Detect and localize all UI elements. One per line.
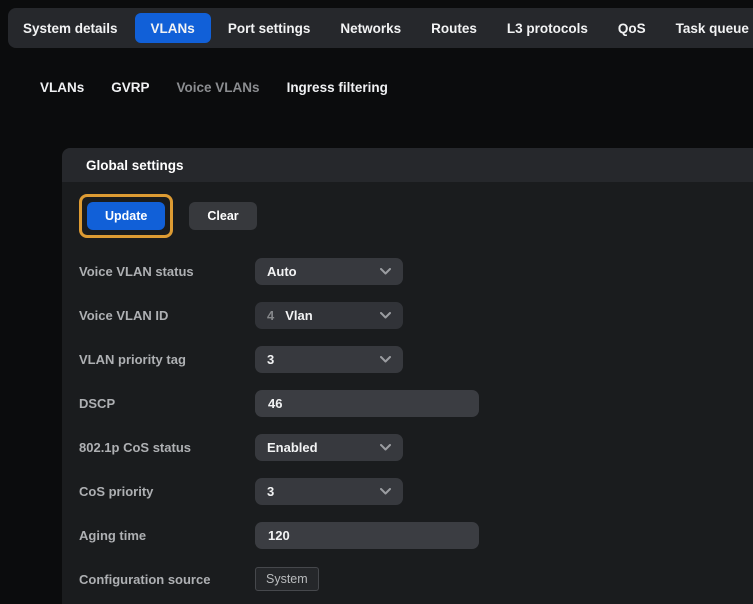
chevron-down-icon: [380, 444, 391, 451]
field-row-cos-priority: CoS priority 3: [79, 469, 733, 513]
select-value: Enabled: [267, 440, 318, 455]
tab-vlans[interactable]: VLANs: [135, 13, 211, 43]
chevron-down-icon: [380, 488, 391, 495]
cos-status-select[interactable]: Enabled: [255, 434, 403, 461]
top-navigation: System details VLANs Port settings Netwo…: [8, 8, 753, 48]
aging-time-input[interactable]: [255, 522, 479, 549]
field-row-dscp: DSCP: [79, 381, 733, 425]
field-row-voice-vlan-status: Voice VLAN status Auto: [79, 249, 733, 293]
chevron-down-icon: [380, 356, 391, 363]
subtab-voice-vlans[interactable]: Voice VLANs: [177, 70, 260, 106]
field-row-voice-vlan-id: Voice VLAN ID 4 Vlan: [79, 293, 733, 337]
field-label: Configuration source: [79, 572, 255, 587]
field-label: Voice VLAN status: [79, 264, 255, 279]
field-row-aging-time: Aging time: [79, 513, 733, 557]
field-label: VLAN priority tag: [79, 352, 255, 367]
field-label: CoS priority: [79, 484, 255, 499]
voice-vlan-form: Voice VLAN status Auto Voice VLAN ID 4 V…: [79, 249, 733, 601]
select-value: 3: [267, 352, 274, 367]
panel-title: Global settings: [86, 158, 184, 173]
field-row-vlan-priority-tag: VLAN priority tag 3: [79, 337, 733, 381]
chevron-down-icon: [380, 312, 391, 319]
select-value: Auto: [267, 264, 297, 279]
tab-l3-protocols[interactable]: L3 protocols: [492, 8, 603, 48]
clear-button[interactable]: Clear: [189, 202, 256, 230]
select-value: 3: [267, 484, 274, 499]
tab-qos[interactable]: QoS: [603, 8, 661, 48]
select-value-group: 4 Vlan: [267, 308, 313, 323]
cos-priority-select[interactable]: 3: [255, 478, 403, 505]
panel-header: Global settings: [62, 148, 753, 182]
vlans-sub-navigation: VLANs GVRP Voice VLANs Ingress filtering: [40, 70, 388, 106]
tab-networks[interactable]: Networks: [325, 8, 416, 48]
tab-port-settings[interactable]: Port settings: [213, 8, 326, 48]
subtab-gvrp[interactable]: GVRP: [111, 70, 149, 106]
chevron-down-icon: [380, 268, 391, 275]
vlan-id-prefix: 4: [267, 308, 274, 323]
dscp-input[interactable]: [255, 390, 479, 417]
field-label: 802.1p CoS status: [79, 440, 255, 455]
subtab-ingress-filtering[interactable]: Ingress filtering: [287, 70, 388, 106]
tab-routes[interactable]: Routes: [416, 8, 492, 48]
field-row-configuration-source: Configuration source System: [79, 557, 733, 601]
update-button-highlight: Update: [79, 194, 173, 238]
voice-vlan-id-select[interactable]: 4 Vlan: [255, 302, 403, 329]
configuration-source-value: System: [255, 567, 319, 591]
tab-task-queue[interactable]: Task queue: [661, 8, 753, 48]
field-label: Voice VLAN ID: [79, 308, 255, 323]
panel-body: Update Clear Voice VLAN status Auto Voic…: [62, 182, 753, 601]
button-row: Update Clear: [79, 194, 733, 238]
global-settings-panel: Global settings Update Clear Voice VLAN …: [62, 148, 753, 604]
field-label: Aging time: [79, 528, 255, 543]
field-row-cos-status: 802.1p CoS status Enabled: [79, 425, 733, 469]
select-value: Vlan: [285, 308, 312, 323]
tab-system-details[interactable]: System details: [8, 8, 133, 48]
voice-vlan-status-select[interactable]: Auto: [255, 258, 403, 285]
subtab-vlans[interactable]: VLANs: [40, 70, 84, 106]
update-button[interactable]: Update: [87, 202, 165, 230]
vlan-priority-tag-select[interactable]: 3: [255, 346, 403, 373]
field-label: DSCP: [79, 396, 255, 411]
